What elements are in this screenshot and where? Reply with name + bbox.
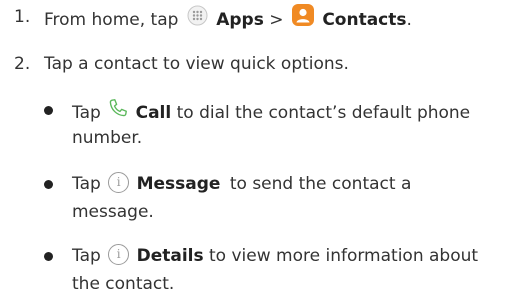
tap-text: Tap <box>72 103 101 123</box>
bullet <box>44 180 53 189</box>
bullet <box>44 252 53 261</box>
option-line: Tap i Details to view more information a… <box>72 243 479 267</box>
option-line: Tap Call to dial the contact’s default p… <box>72 99 471 123</box>
details-label: Details <box>136 246 204 266</box>
step-text: Tap a contact to view quick options. <box>44 54 349 74</box>
option-line: Tap i Message to send the contact a <box>72 171 412 195</box>
step-number: 2. <box>14 54 31 74</box>
phone-icon <box>107 97 129 125</box>
separator: > <box>269 10 284 30</box>
message-label: Message <box>136 174 221 194</box>
apps-label: Apps <box>216 10 264 30</box>
step-text: From home, tap <box>44 10 179 30</box>
info-icon: i <box>108 243 130 265</box>
option-description: to dial the contact’s default phone <box>176 103 471 123</box>
step-number: 1. <box>14 7 31 27</box>
apps-grid-icon <box>187 5 208 32</box>
option-line-2: the contact. <box>72 274 175 294</box>
contacts-label: Contacts <box>322 10 407 30</box>
period: . <box>406 10 412 30</box>
call-label: Call <box>135 103 172 123</box>
bullet <box>44 106 53 115</box>
option-description: to send the contact a <box>229 174 412 194</box>
option-description: to view more information about <box>209 246 479 266</box>
option-line-2: number. <box>72 128 143 148</box>
tap-text: Tap <box>72 246 101 266</box>
contacts-icon <box>291 4 314 32</box>
info-icon: i <box>108 171 130 193</box>
option-line-2: message. <box>72 202 154 222</box>
tap-text: Tap <box>72 174 101 194</box>
